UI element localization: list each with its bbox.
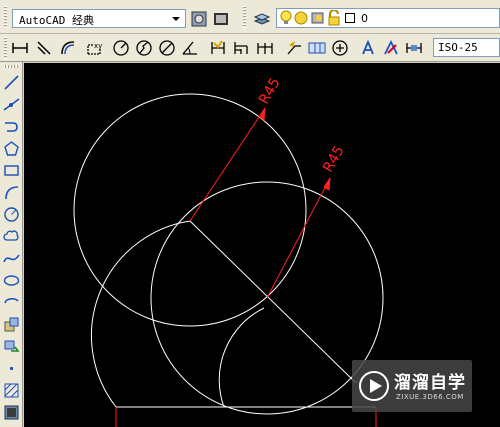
sun-icon[interactable] (294, 10, 309, 29)
dimension-toolbar: xy ISO-25 (0, 34, 500, 92)
watermark: 溜溜自学 ZIXUE.3D66.COM (352, 360, 472, 412)
layer-dropdown[interactable]: 0 (276, 8, 500, 28)
dim-style-dropdown[interactable]: ISO-25 (433, 38, 500, 57)
dimension-update-icon[interactable] (404, 38, 424, 58)
svg-text:xy: xy (94, 42, 102, 50)
workspace-value: AutoCAD 经典 (19, 14, 94, 27)
dimension-edit-icon[interactable] (358, 38, 378, 58)
quick-leader-icon[interactable] (284, 38, 304, 58)
spline-icon[interactable] (2, 249, 21, 268)
arc-icon[interactable] (2, 183, 21, 202)
radius-icon[interactable] (111, 38, 131, 58)
jogged-icon[interactable] (134, 38, 154, 58)
revision-cloud-icon[interactable] (2, 227, 21, 246)
dimension-label-2[interactable]: R45 (320, 143, 348, 175)
linear-dimension-icon[interactable] (10, 38, 30, 58)
quick-dimension-icon[interactable] (208, 38, 228, 58)
light-bulb-icon[interactable] (279, 10, 293, 29)
workspace-settings-icon[interactable] (189, 9, 209, 29)
gradient-icon[interactable] (2, 403, 21, 422)
my-workspace-icon[interactable] (211, 9, 231, 29)
watermark-title: 溜溜自学 (394, 373, 466, 393)
dimension-label-1[interactable]: R45 (256, 75, 284, 107)
freeze-viewport-icon[interactable] (310, 10, 325, 29)
arc-inner[interactable] (218, 307, 265, 408)
angular-icon[interactable] (180, 38, 200, 58)
rectangle-icon[interactable] (2, 161, 21, 180)
tolerance-icon[interactable] (307, 38, 327, 58)
center-mark-icon[interactable] (330, 38, 350, 58)
watermark-url: ZIXUE.3D66.COM (396, 393, 464, 401)
toolbar-grip[interactable] (4, 6, 7, 28)
dimension-text-edit-icon[interactable] (381, 38, 401, 58)
aligned-dimension-icon[interactable] (34, 38, 54, 58)
diameter-icon[interactable] (157, 38, 177, 58)
ellipse-arc-icon[interactable] (2, 293, 21, 312)
line-icon[interactable] (2, 73, 21, 92)
arc-length-icon[interactable] (58, 38, 78, 58)
workspace-dropdown[interactable]: AutoCAD 经典 (12, 9, 186, 28)
draw-toolbar (0, 62, 23, 427)
diagonal-line[interactable] (189, 220, 357, 384)
construction-line-icon[interactable] (2, 95, 21, 114)
ordinate-icon[interactable]: xy (84, 38, 104, 58)
ellipse-icon[interactable] (2, 271, 21, 290)
color-square-icon[interactable] (345, 13, 355, 26)
insert-block-icon[interactable] (2, 315, 21, 334)
layer-name: 0 (361, 12, 368, 25)
circle-icon[interactable] (2, 205, 21, 224)
polyline-icon[interactable] (2, 117, 21, 136)
continue-icon[interactable] (255, 38, 275, 58)
dimension-line-1[interactable] (189, 107, 266, 222)
toolbar-grip[interactable] (4, 37, 7, 59)
chevron-down-icon[interactable] (169, 11, 183, 26)
hatch-icon[interactable] (2, 381, 21, 400)
toolbar-grip[interactable] (243, 6, 246, 28)
play-logo-icon (358, 370, 390, 402)
dim-style-value: ISO-25 (438, 41, 478, 54)
lock-icon[interactable] (327, 9, 341, 29)
point-icon[interactable] (2, 359, 21, 378)
dimension-line-2[interactable] (266, 177, 331, 299)
circle-upper-left[interactable] (73, 93, 307, 327)
workspace-toolbar: AutoCAD 经典 0 (0, 0, 500, 34)
baseline-icon[interactable] (231, 38, 251, 58)
polygon-icon[interactable] (2, 139, 21, 158)
make-block-icon[interactable] (2, 337, 21, 356)
arc-left-profile[interactable] (91, 220, 191, 408)
toolbar-grip[interactable] (4, 65, 19, 68)
layer-manager-icon[interactable] (252, 9, 272, 29)
